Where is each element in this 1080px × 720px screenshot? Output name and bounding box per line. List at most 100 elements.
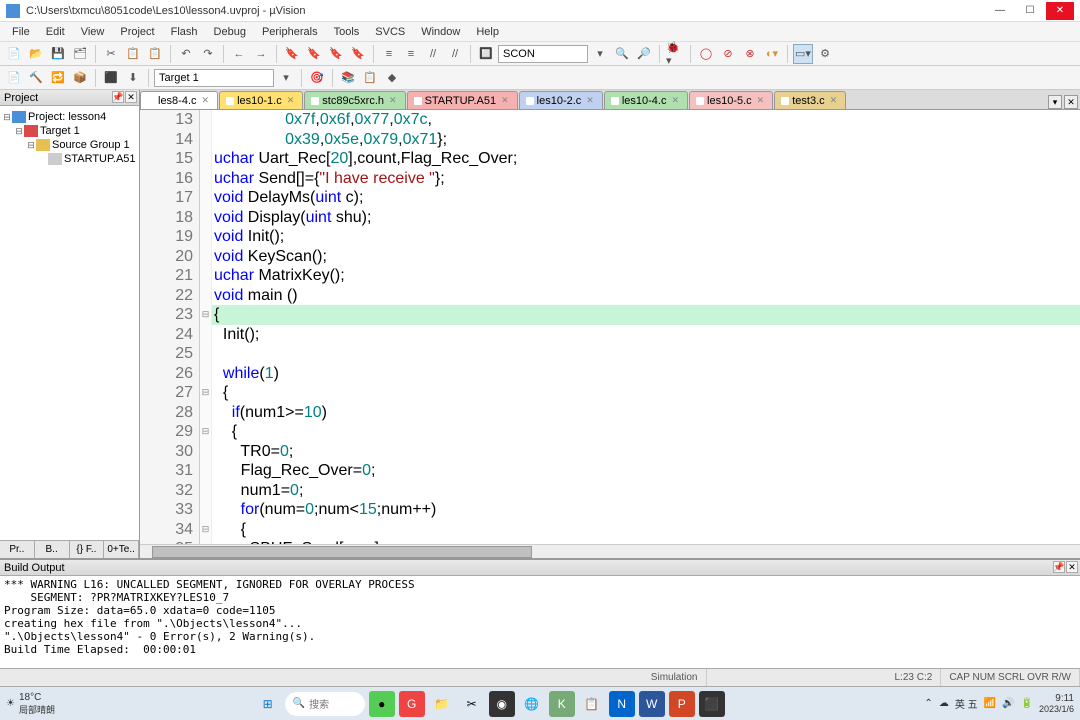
- project-tab-1[interactable]: B..: [35, 541, 70, 558]
- window-layout-button[interactable]: ▭▾: [793, 44, 813, 64]
- target-dropdown[interactable]: ▾: [276, 68, 296, 88]
- project-pane-pin[interactable]: 📌: [112, 91, 124, 103]
- breakpoint-kill-button[interactable]: ⊗: [740, 44, 760, 64]
- file-tab-les8-4-c[interactable]: les8-4.c✕: [140, 91, 218, 109]
- stop-build-button[interactable]: ⬛: [101, 68, 121, 88]
- file-tab-close[interactable]: ✕: [287, 95, 295, 106]
- taskbar-search[interactable]: 🔍搜索: [285, 692, 365, 716]
- nav-back-button[interactable]: [229, 44, 249, 64]
- batch-build-button[interactable]: 📦: [70, 68, 90, 88]
- find-scope-icon[interactable]: 🔲: [476, 44, 496, 64]
- file-tab-les10-4-c[interactable]: les10-4.c✕: [604, 91, 688, 109]
- redo-button[interactable]: [198, 44, 218, 64]
- debug-button[interactable]: 🐞▾: [665, 44, 685, 64]
- maximize-button[interactable]: ☐: [1016, 2, 1044, 20]
- cut-button[interactable]: [101, 44, 121, 64]
- taskbar-app-1[interactable]: ●: [369, 691, 395, 717]
- taskbar-word[interactable]: W: [639, 691, 665, 717]
- file-tab-close[interactable]: ✕: [202, 95, 210, 106]
- taskbar-app-4[interactable]: ◉: [489, 691, 515, 717]
- uncomment-button[interactable]: //: [445, 44, 465, 64]
- tray-ime[interactable]: 英 五: [955, 696, 978, 711]
- taskbar-keil[interactable]: K: [549, 691, 575, 717]
- bookmark-prev-button[interactable]: [304, 44, 324, 64]
- file-tab-les10-1-c[interactable]: les10-1.c✕: [219, 91, 303, 109]
- menu-tools[interactable]: Tools: [326, 26, 368, 38]
- configure-button[interactable]: [815, 44, 835, 64]
- file-tab-close[interactable]: ✕: [501, 95, 509, 106]
- manage-rte-button[interactable]: ◆: [382, 68, 402, 88]
- project-tab-0[interactable]: Pr..: [0, 541, 35, 558]
- find-in-files-button[interactable]: 🔎: [634, 44, 654, 64]
- build-pane-pin[interactable]: 📌: [1053, 561, 1065, 573]
- tree-target[interactable]: Target 1: [40, 125, 80, 137]
- comment-button[interactable]: //: [423, 44, 443, 64]
- tray-volume-icon[interactable]: 🔊: [1002, 698, 1014, 709]
- taskbar-app-8[interactable]: ⬛: [699, 691, 725, 717]
- translate-button[interactable]: 📄: [4, 68, 24, 88]
- new-button[interactable]: [4, 44, 24, 64]
- menu-peripherals[interactable]: Peripherals: [254, 26, 326, 38]
- file-ext-button[interactable]: 📋: [360, 68, 380, 88]
- paste-button[interactable]: [145, 44, 165, 64]
- tabbar-menu[interactable]: ▾: [1048, 95, 1062, 109]
- tree-file[interactable]: STARTUP.A51: [64, 153, 136, 165]
- tray-onedrive-icon[interactable]: ☁: [939, 698, 949, 709]
- file-tab-close[interactable]: ✕: [830, 95, 838, 106]
- find-dropdown[interactable]: ▾: [590, 44, 610, 64]
- rebuild-button[interactable]: 🔁: [48, 68, 68, 88]
- minimize-button[interactable]: —: [986, 2, 1014, 20]
- tray-battery-icon[interactable]: 🔋: [1021, 698, 1033, 709]
- manage-button[interactable]: 📚: [338, 68, 358, 88]
- taskbar-ppt[interactable]: P: [669, 691, 695, 717]
- find-button[interactable]: [612, 44, 632, 64]
- save-all-button[interactable]: [70, 44, 90, 64]
- find-input[interactable]: [498, 45, 588, 63]
- start-button[interactable]: ⊞: [255, 691, 281, 717]
- menu-file[interactable]: File: [4, 26, 38, 38]
- file-tab-close[interactable]: ✕: [757, 95, 765, 106]
- build-button[interactable]: 🔨: [26, 68, 46, 88]
- project-tree[interactable]: ⊟Project: lesson4 ⊟Target 1 ⊟Source Grou…: [0, 106, 139, 540]
- build-output-text[interactable]: *** WARNING L16: UNCALLED SEGMENT, IGNOR…: [0, 576, 1080, 668]
- undo-button[interactable]: [176, 44, 196, 64]
- tray-wifi-icon[interactable]: 📶: [984, 698, 996, 709]
- bookmark-button[interactable]: [282, 44, 302, 64]
- taskbar-app-5[interactable]: 🌐: [519, 691, 545, 717]
- outdent-button[interactable]: ≡: [401, 44, 421, 64]
- menu-project[interactable]: Project: [112, 26, 162, 38]
- project-pane-close[interactable]: ✕: [125, 91, 137, 103]
- indent-button[interactable]: ≡: [379, 44, 399, 64]
- tray-time[interactable]: 9:11: [1039, 693, 1074, 704]
- menu-edit[interactable]: Edit: [38, 26, 73, 38]
- breakpoint-disable-button[interactable]: ⊘: [718, 44, 738, 64]
- file-tab-les10-2-c[interactable]: les10-2.c✕: [519, 91, 603, 109]
- target-select[interactable]: [154, 69, 274, 87]
- taskbar-weather[interactable]: ☀ 18°C 局部晴朗: [6, 692, 55, 716]
- options-button[interactable]: 🎯: [307, 68, 327, 88]
- bookmark-clear-button[interactable]: [348, 44, 368, 64]
- project-tab-2[interactable]: {} F..: [70, 541, 105, 558]
- menu-svcs[interactable]: SVCS: [367, 26, 413, 38]
- file-tab-close[interactable]: ✕: [586, 95, 594, 106]
- breakpoint-toggle-button[interactable]: ◐▾: [762, 44, 782, 64]
- tray-date[interactable]: 2023/1/6: [1039, 704, 1074, 714]
- tabbar-close-all[interactable]: ✕: [1064, 95, 1078, 109]
- project-tab-3[interactable]: 0+Te..: [104, 541, 139, 558]
- menu-view[interactable]: View: [73, 26, 113, 38]
- breakpoint-button[interactable]: ◯: [696, 44, 716, 64]
- close-button[interactable]: ✕: [1046, 2, 1074, 20]
- taskbar-explorer[interactable]: 📁: [429, 691, 455, 717]
- editor-hscrollbar[interactable]: [140, 544, 1080, 558]
- taskbar-tray[interactable]: ⌃ ☁ 英 五 📶 🔊 🔋 9:11 2023/1/6: [924, 693, 1074, 714]
- file-tab-close[interactable]: ✕: [389, 95, 397, 106]
- menu-debug[interactable]: Debug: [206, 26, 254, 38]
- file-tab-close[interactable]: ✕: [671, 95, 679, 106]
- file-tab-STARTUP-A51[interactable]: STARTUP.A51✕: [407, 91, 518, 109]
- tree-project[interactable]: Project: lesson4: [28, 111, 106, 123]
- taskbar-app-3[interactable]: ✂: [459, 691, 485, 717]
- code-content[interactable]: 0x7f,0x6f,0x77,0x7c, 0x39,0x5e,0x79,0x71…: [212, 110, 1080, 544]
- copy-button[interactable]: [123, 44, 143, 64]
- bookmark-next-button[interactable]: [326, 44, 346, 64]
- save-button[interactable]: [48, 44, 68, 64]
